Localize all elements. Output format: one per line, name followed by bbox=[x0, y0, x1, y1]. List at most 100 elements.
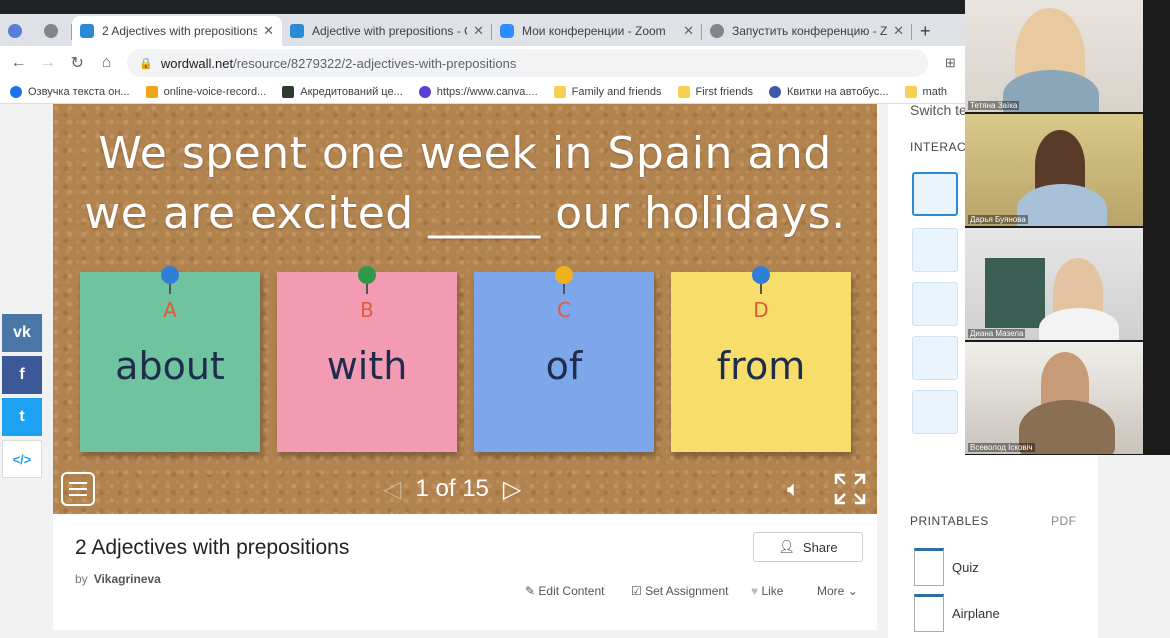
pdf-label[interactable]: PDF bbox=[1051, 514, 1077, 528]
new-tab-button[interactable]: + bbox=[912, 16, 952, 46]
pin-icon bbox=[160, 266, 180, 294]
facebook-share-icon[interactable]: f bbox=[2, 356, 42, 394]
lock-icon: 🔒 bbox=[139, 57, 153, 70]
bookmark-item[interactable]: online-voice-record... bbox=[145, 85, 266, 98]
pencil-icon: ✎ bbox=[525, 584, 536, 598]
answer-card-a[interactable]: A about bbox=[80, 266, 260, 452]
template-thumbnail[interactable] bbox=[912, 282, 958, 326]
printable-quiz[interactable]: Quiz bbox=[914, 548, 979, 586]
bookmark-item[interactable]: Квитки на автобус... bbox=[768, 85, 889, 98]
page-current: 1 bbox=[415, 475, 429, 502]
participant-name: Диана Мазела bbox=[968, 329, 1026, 338]
close-tab-icon[interactable]: ✕ bbox=[683, 23, 694, 39]
document-icon bbox=[914, 594, 944, 632]
bookmark-folder[interactable]: Family and friends bbox=[553, 85, 662, 98]
more-button[interactable]: More ⌄ bbox=[817, 584, 858, 598]
pinned-tab[interactable] bbox=[36, 16, 72, 46]
participant-name: Всеволод Ісковіч bbox=[968, 443, 1035, 452]
address-bar: ← → ↻ ⌂ 🔒 wordwall.net/resource/8279322/… bbox=[0, 46, 965, 80]
home-icon[interactable]: ⌂ bbox=[92, 54, 121, 72]
template-thumbnail[interactable] bbox=[912, 172, 958, 216]
url-input[interactable]: 🔒 wordwall.net/resource/8279322/2-adject… bbox=[127, 49, 928, 77]
participant-video[interactable]: Диана Мазела bbox=[965, 228, 1143, 340]
folder-icon bbox=[677, 85, 690, 98]
twitter-share-icon[interactable]: t bbox=[2, 398, 42, 436]
embed-icon[interactable]: </> bbox=[2, 440, 42, 478]
back-icon[interactable]: ← bbox=[4, 54, 33, 72]
bookmark-folder[interactable]: math bbox=[904, 85, 947, 98]
close-tab-icon[interactable]: ✕ bbox=[263, 23, 274, 39]
tab-wordwall-2[interactable]: Adjective with prepositions - O ✕ bbox=[282, 16, 492, 46]
heart-icon: ♥ bbox=[751, 584, 759, 598]
set-assignment-button[interactable]: ☑ Set Assignment bbox=[631, 584, 729, 598]
template-thumbnail[interactable] bbox=[912, 390, 958, 434]
switch-template-label[interactable]: Switch te bbox=[910, 102, 967, 118]
tab-bar: 2 Adjectives with prepositions ✕ Adjecti… bbox=[0, 14, 965, 46]
fullscreen-icon[interactable] bbox=[833, 472, 867, 506]
tab-zoom-conferences[interactable]: Мои конференции - Zoom ✕ bbox=[492, 16, 702, 46]
speaker-icon[interactable]: 🔈︎ bbox=[787, 476, 800, 502]
bookmark-item[interactable]: https://www.canva.... bbox=[418, 85, 538, 98]
globe-icon bbox=[710, 24, 724, 38]
answer-card-c[interactable]: C of bbox=[474, 266, 654, 452]
like-button[interactable]: ♥ Like bbox=[751, 584, 783, 598]
bookmark-icon bbox=[145, 85, 158, 98]
translate-icon[interactable]: ⊞ bbox=[936, 55, 965, 71]
activity-board[interactable]: We spent one week in Spain and we are ex… bbox=[53, 104, 877, 514]
printables-heading: PRINTABLES bbox=[910, 514, 989, 528]
pin-icon bbox=[554, 266, 574, 294]
close-tab-icon[interactable]: ✕ bbox=[893, 23, 904, 39]
url-path: /resource/8279322/2-adjectives-with-prep… bbox=[233, 55, 517, 71]
next-icon[interactable]: ▷ bbox=[503, 475, 521, 504]
tab-title: 2 Adjectives with prepositions bbox=[102, 24, 258, 38]
pin-icon bbox=[357, 266, 377, 294]
document-icon bbox=[914, 548, 944, 586]
author-line: by Vikagrineva bbox=[75, 572, 161, 586]
forward-icon[interactable]: → bbox=[33, 54, 62, 72]
checkbox-icon: ☑ bbox=[631, 584, 642, 598]
participant-video[interactable]: Всеволод Ісковіч bbox=[965, 342, 1143, 454]
template-thumbnail[interactable] bbox=[912, 336, 958, 380]
tab-title: Запустить конференцию - Zoo bbox=[732, 24, 888, 38]
folder-icon bbox=[904, 85, 917, 98]
bookmark-folder[interactable]: First friends bbox=[677, 85, 753, 98]
chrome-profile-icon[interactable] bbox=[0, 16, 36, 46]
bookmark-item[interactable]: Акредитований це... bbox=[282, 85, 403, 98]
answer-card-d[interactable]: D from bbox=[671, 266, 851, 452]
url-host: wordwall.net bbox=[160, 55, 234, 71]
bookmark-icon bbox=[282, 85, 295, 98]
bookmark-icon bbox=[10, 85, 22, 98]
page-total: 15 bbox=[462, 475, 489, 502]
author-link[interactable]: Vikagrineva bbox=[94, 572, 161, 586]
folder-icon bbox=[553, 85, 566, 98]
answer-card-b[interactable]: B with bbox=[277, 266, 457, 452]
participant-video[interactable]: Дарья Буянова bbox=[965, 114, 1143, 226]
resource-info-card: 2 Adjectives with prepositions by Vikagri… bbox=[53, 514, 877, 630]
tab-title: Adjective with prepositions - O bbox=[312, 24, 468, 38]
printable-airplane[interactable]: Airplane bbox=[914, 594, 1000, 632]
edit-content-button[interactable]: ✎ Edit Content bbox=[525, 584, 604, 598]
tab-wordwall-active[interactable]: 2 Adjectives with prepositions ✕ bbox=[72, 16, 282, 46]
wordwall-icon bbox=[290, 24, 304, 38]
previous-icon[interactable]: ◁ bbox=[383, 475, 401, 504]
share-button[interactable]: 👤︎ Share bbox=[753, 532, 863, 562]
zoom-video-panel: Тетяна Заїка Дарья Буянова Диана Мазела … bbox=[965, 0, 1170, 455]
reload-icon[interactable]: ↻ bbox=[63, 53, 92, 73]
page-of: of bbox=[435, 475, 456, 502]
resource-title: 2 Adjectives with prepositions bbox=[75, 536, 350, 559]
question-text: We spent one week in Spain and we are ex… bbox=[84, 128, 846, 239]
participant-name: Дарья Буянова bbox=[968, 215, 1028, 224]
bookmark-icon bbox=[418, 85, 431, 98]
tab-zoom-launch[interactable]: Запустить конференцию - Zoo ✕ bbox=[702, 16, 912, 46]
menu-icon[interactable] bbox=[61, 472, 95, 506]
vk-share-icon[interactable]: vk bbox=[2, 314, 42, 352]
participant-name: Тетяна Заїка bbox=[968, 101, 1020, 110]
participant-video[interactable]: Тетяна Заїка bbox=[965, 0, 1143, 112]
page-navigator: ◁ 1 of 15 ▷ bbox=[383, 472, 521, 506]
bookmark-item[interactable]: Озвучка текста он... bbox=[10, 85, 130, 98]
template-thumbnail[interactable] bbox=[912, 228, 958, 272]
tab-title: Мои конференции - Zoom bbox=[522, 24, 666, 38]
close-tab-icon[interactable]: ✕ bbox=[473, 23, 484, 39]
zoom-icon bbox=[500, 24, 514, 38]
wordwall-icon bbox=[80, 24, 94, 38]
